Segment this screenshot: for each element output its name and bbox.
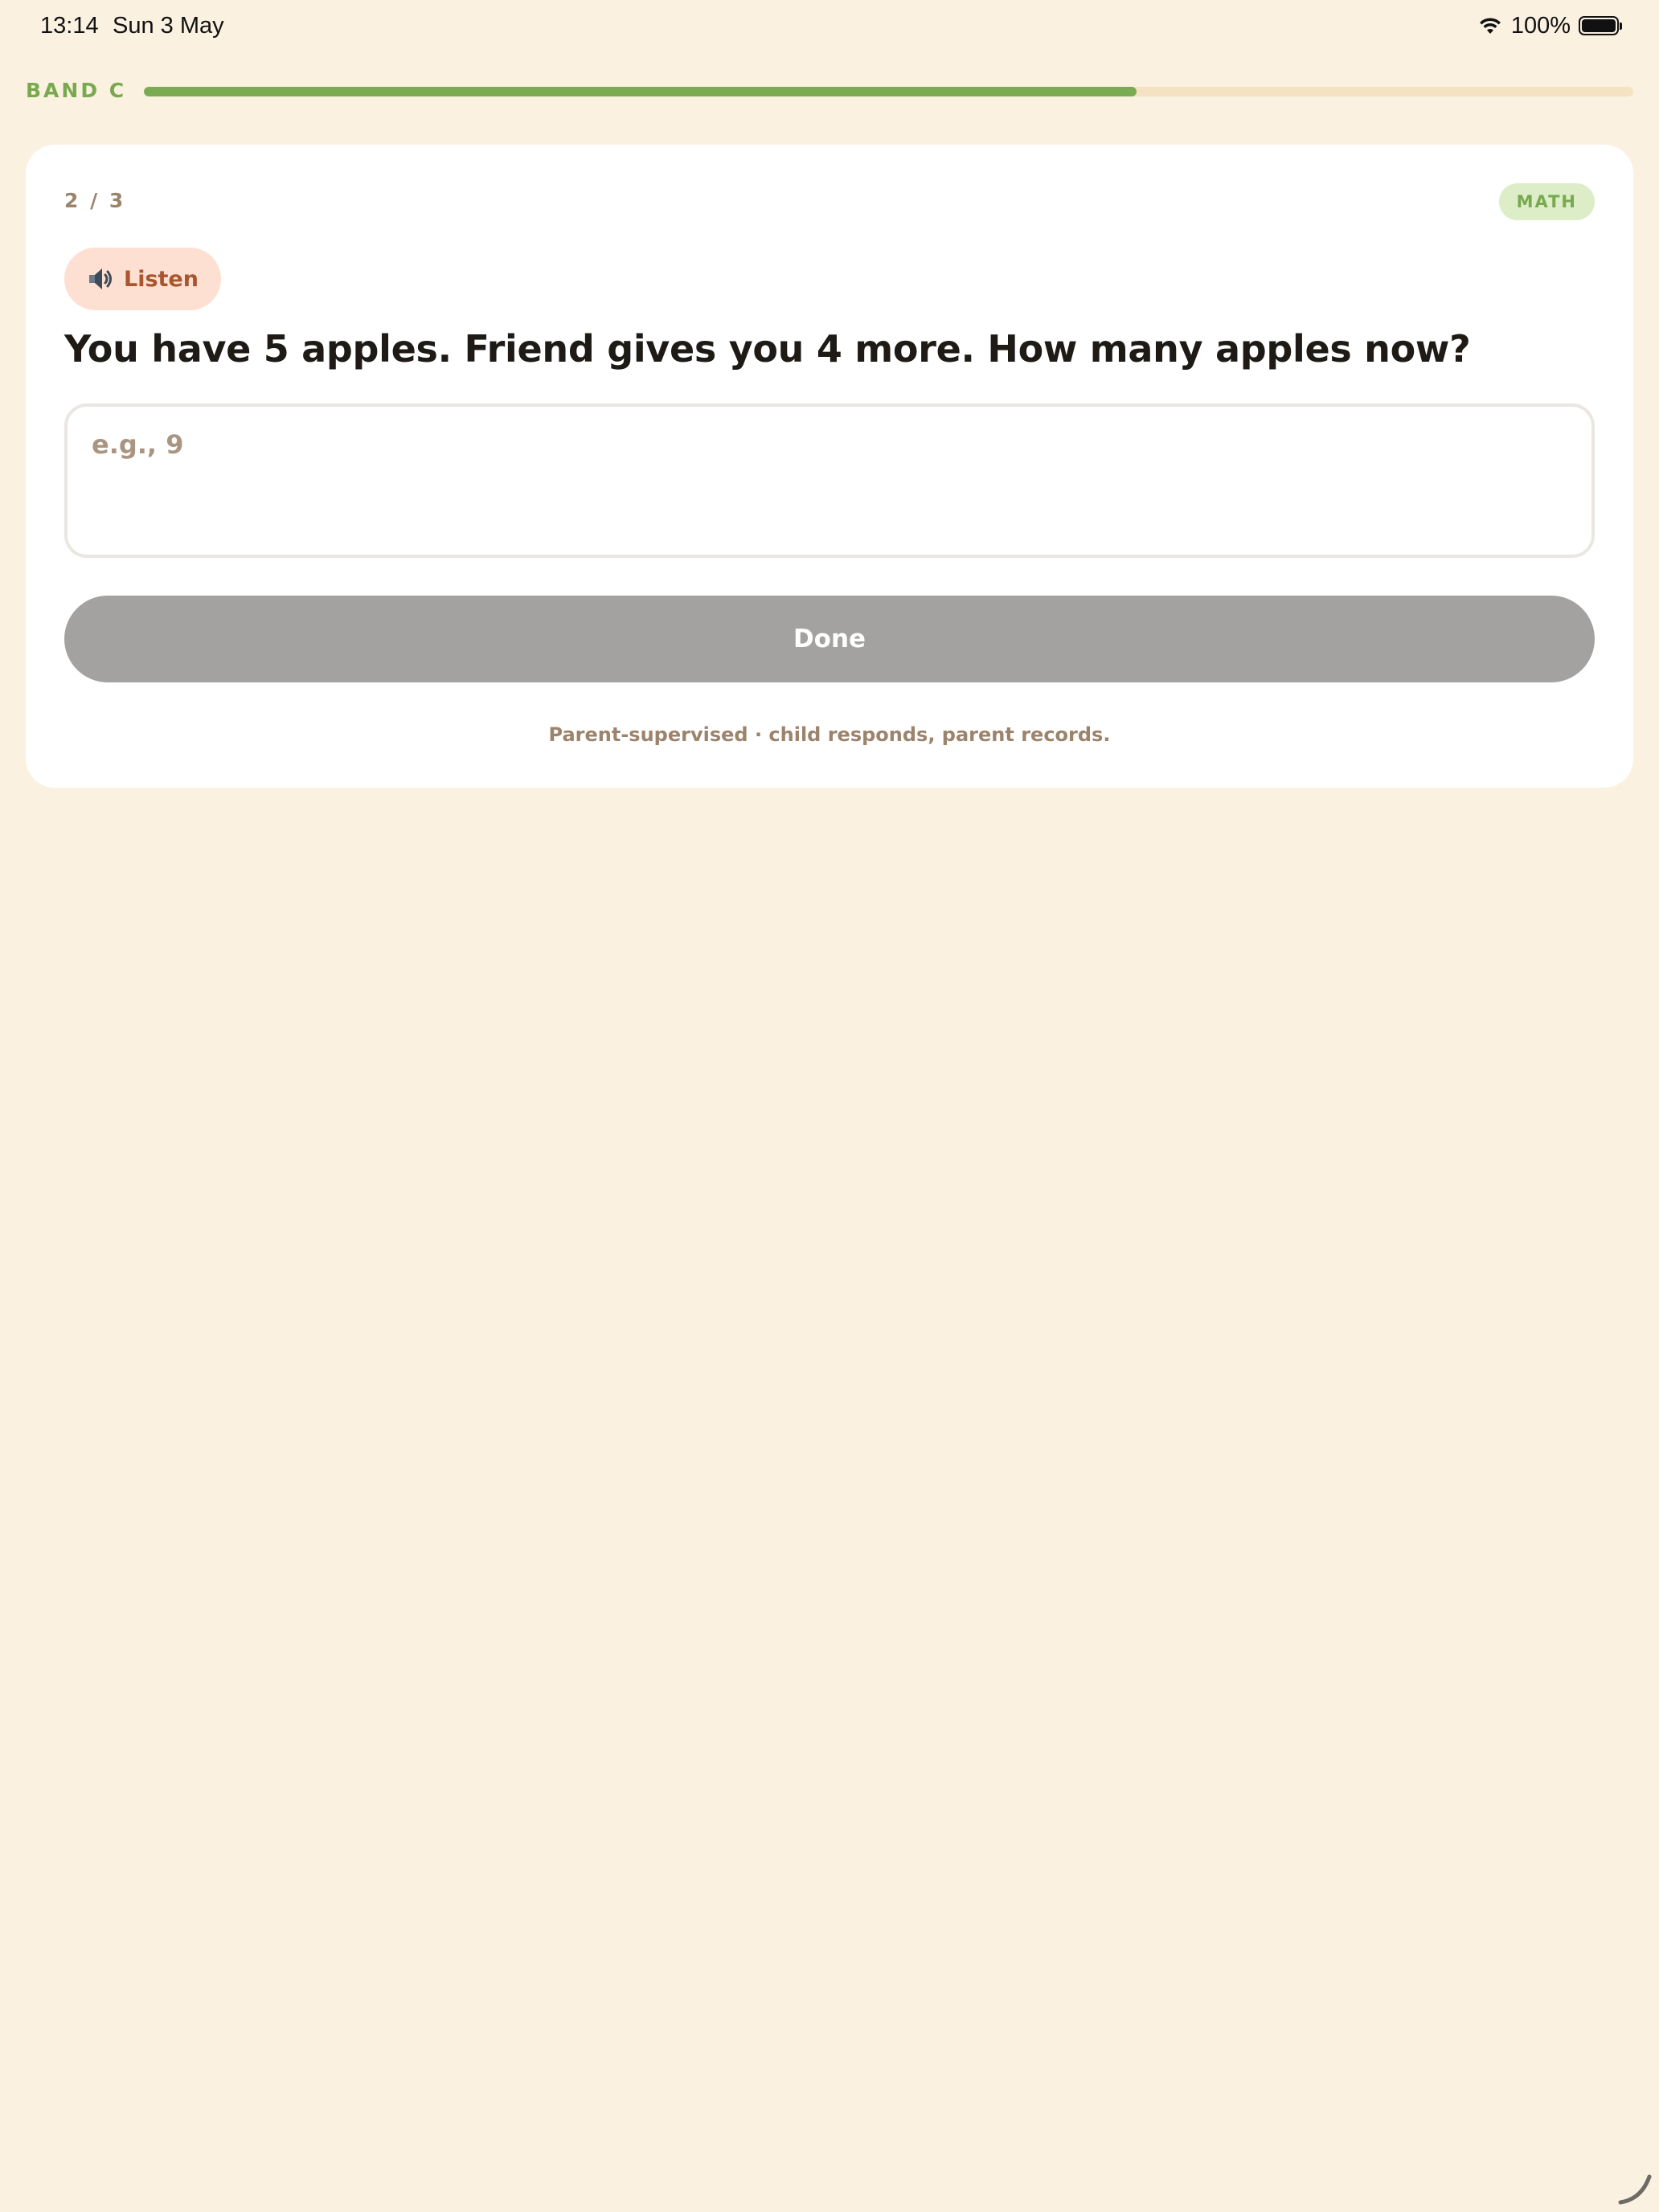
progress-fill <box>144 87 1137 96</box>
status-indicators: 100% <box>1477 11 1622 40</box>
question-counter: 2 / 3 <box>64 189 126 212</box>
supervision-note: Parent-supervised · child responds, pare… <box>548 723 1111 746</box>
question-text: You have 5 apples. Friend gives you 4 mo… <box>64 327 1471 371</box>
subject-badge: MATH <box>1498 183 1595 220</box>
battery-fill <box>1582 19 1616 32</box>
corner-gesture-icon[interactable] <box>1617 2170 1653 2206</box>
battery-icon <box>1579 16 1622 35</box>
band-label: BAND C <box>26 79 127 102</box>
listen-label: Listen <box>124 266 199 292</box>
answer-input[interactable] <box>64 403 1595 558</box>
listen-button[interactable]: Listen <box>64 248 221 310</box>
status-time: 13:14 <box>40 13 99 39</box>
status-bar: 13:14 Sun 3 May 100% <box>0 0 1659 51</box>
progress-bar <box>144 87 1633 96</box>
status-date: Sun 3 May <box>113 13 224 39</box>
speaker-icon <box>87 265 114 293</box>
question-card: 2 / 3 MATH Listen You have 5 apples. Fri… <box>26 145 1633 788</box>
battery-percentage: 100% <box>1510 13 1571 39</box>
done-button[interactable]: Done <box>64 596 1595 682</box>
wifi-icon <box>1477 16 1503 35</box>
